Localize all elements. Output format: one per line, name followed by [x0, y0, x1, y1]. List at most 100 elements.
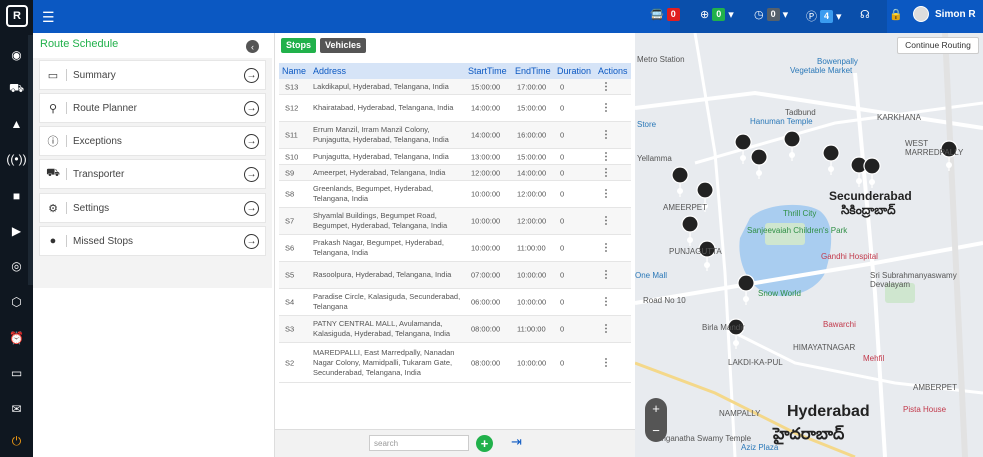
- map-canvas: [635, 33, 983, 457]
- map-view[interactable]: Continue Routing Metro Station Bowenpall…: [635, 33, 983, 457]
- power-icon[interactable]: ⏻: [0, 430, 33, 452]
- hamburger-icon[interactable]: ☰: [42, 9, 55, 26]
- table-row[interactable]: S13 Lakdikapul, Hyderabad, Telangana, Ind…: [279, 79, 631, 95]
- support-icon[interactable]: ☊: [860, 8, 870, 21]
- column-header[interactable]: Duration: [557, 66, 591, 76]
- table-row[interactable]: S12 Khairatabad, Hyderabad, Telangana, In…: [279, 95, 631, 122]
- user-menu[interactable]: Simon R: [913, 6, 976, 22]
- target-icon[interactable]: ◎: [0, 255, 33, 277]
- separator: [66, 69, 67, 81]
- menu-item-exceptions[interactable]: ⓘ Exceptions →: [39, 126, 266, 156]
- end-time: 10:00:00: [517, 270, 547, 280]
- arrow-right-icon[interactable]: →: [244, 134, 259, 149]
- row-actions-icon[interactable]: ⋮: [601, 297, 611, 308]
- vehicles-icon[interactable]: ⛟: [0, 78, 33, 100]
- row-actions-icon[interactable]: ⋮: [601, 324, 611, 335]
- column-header[interactable]: EndTime: [515, 66, 551, 76]
- map-label: One Mall: [635, 271, 668, 280]
- lock-icon[interactable]: 🔒: [889, 8, 903, 21]
- menu-item-label: Route Planner: [73, 102, 137, 114]
- row-actions-icon[interactable]: ⋮: [601, 81, 611, 92]
- table-row[interactable]: S9 Ameerpet, Hyderabad, Telangana, India 1…: [279, 165, 631, 181]
- zoom-in-button[interactable]: +: [645, 398, 667, 420]
- settings-icon[interactable]: ⬡: [0, 291, 33, 313]
- video-icon[interactable]: ■: [0, 185, 33, 207]
- table-row[interactable]: S4 Paradise Circle, Kalasiguda, Secundera…: [279, 289, 631, 316]
- column-header[interactable]: Name: [282, 66, 306, 76]
- map-label: Snow World: [758, 289, 801, 298]
- stop-address: Shyamlal Buildings, Begumpet Road, Begum…: [313, 211, 448, 230]
- table-row[interactable]: S3 PATNY CENTRAL MALL, Avulamanda, Kalasi…: [279, 316, 631, 343]
- end-time: 15:00:00: [517, 152, 547, 161]
- arrow-right-icon[interactable]: →: [244, 167, 259, 182]
- column-header: Actions: [598, 66, 628, 76]
- row-actions-icon[interactable]: ⋮: [601, 216, 611, 227]
- menu-item-summary[interactable]: ▭ Summary →: [39, 60, 266, 90]
- row-actions-icon[interactable]: ⋮: [601, 167, 611, 178]
- continue-routing-button[interactable]: Continue Routing: [897, 37, 979, 54]
- zoom-out-button[interactable]: −: [645, 420, 667, 442]
- panel-title: Route Schedule: [40, 38, 119, 50]
- alerts-indicator[interactable]: 🚍 0: [650, 8, 680, 21]
- collapse-panel-icon[interactable]: ‹: [246, 40, 259, 53]
- arrow-right-icon[interactable]: →: [244, 234, 259, 249]
- arrow-right-icon[interactable]: →: [244, 101, 259, 116]
- row-actions-icon[interactable]: ⋮: [601, 270, 611, 281]
- stop-name: S6: [285, 243, 295, 253]
- time-indicator[interactable]: ◷ 0 ▾: [754, 8, 788, 21]
- table-row[interactable]: S6 Prakash Nagar, Begumpet, Hyderabad, Te…: [279, 235, 631, 262]
- row-actions-icon[interactable]: ⋮: [601, 130, 611, 141]
- row-actions-icon[interactable]: ⋮: [601, 103, 611, 114]
- zoom-control: + −: [645, 398, 667, 442]
- duration: 0: [560, 270, 565, 280]
- stop-address: PATNY CENTRAL MALL, Avulamanda, Kalasigu…: [313, 319, 451, 338]
- row-actions-icon[interactable]: ⋮: [601, 151, 611, 162]
- duration: 0: [560, 82, 565, 91]
- table-row[interactable]: S11 Errum Manzil, Irram Manzil Colony, Pu…: [279, 122, 631, 149]
- summary-icon: ▭: [47, 69, 59, 82]
- menu-item-route-planner[interactable]: ⚲ Route Planner →: [39, 93, 266, 123]
- menu-item-transporter[interactable]: ⛟ Transporter →: [39, 159, 266, 189]
- alarm-icon[interactable]: ⏰: [0, 327, 33, 349]
- map-label: Yellamma: [637, 154, 672, 163]
- online-indicator[interactable]: ⊕ 0 ▾: [700, 8, 734, 21]
- online-badge: 0: [712, 8, 726, 21]
- row-actions-icon[interactable]: ⋮: [601, 357, 611, 368]
- map-label: Birla Mandir: [702, 323, 745, 332]
- table-row[interactable]: S2 MAREDPALLI, East Marredpally, Nanadan …: [279, 343, 631, 383]
- map-label: సికింద్రాబాద్: [841, 203, 896, 217]
- table-row[interactable]: S8 Greenlands, Begumpet, Hyderabad, Telan…: [279, 181, 631, 208]
- chat-icon[interactable]: ▭: [0, 362, 33, 384]
- duration: 0: [560, 324, 565, 334]
- separator: [66, 135, 67, 147]
- arrow-right-icon[interactable]: →: [244, 68, 259, 83]
- table-row[interactable]: S10 Punjagutta, Hyderabad, Telangana, Ind…: [279, 149, 631, 165]
- truck-icon[interactable]: ▲: [0, 113, 33, 135]
- table-row[interactable]: S5 Rasoolpura, Hyderabad, Telangana, Indi…: [279, 262, 631, 289]
- app-logo[interactable]: R: [6, 5, 28, 27]
- add-stop-button[interactable]: +: [476, 435, 493, 452]
- tab-vehicles[interactable]: Vehicles: [320, 38, 367, 53]
- map-label: Gandhi Hospital: [821, 252, 878, 261]
- dashboard-icon[interactable]: ◉: [0, 44, 33, 66]
- tab-stops[interactable]: Stops: [281, 38, 317, 53]
- table-row[interactable]: S7 Shyamlal Buildings, Begumpet Road, Beg…: [279, 208, 631, 235]
- export-icon[interactable]: ⇥: [511, 434, 527, 452]
- alerts-badge: 0: [666, 8, 680, 21]
- broadcast-icon[interactable]: ((•)): [0, 148, 33, 170]
- stop-name: S11: [285, 130, 298, 140]
- map-label: Sanjeevaiah Children's Park: [747, 226, 848, 235]
- stop-address: Prakash Nagar, Begumpet, Hyderabad, Tela…: [313, 238, 444, 257]
- parking-indicator[interactable]: Ⓟ 4 ▾: [806, 8, 842, 24]
- search-input[interactable]: search: [369, 435, 469, 451]
- menu-item-missed-stops[interactable]: ● Missed Stops →: [39, 226, 266, 256]
- column-header[interactable]: Address: [313, 66, 346, 76]
- row-actions-icon[interactable]: ⋮: [601, 189, 611, 200]
- column-header[interactable]: StartTime: [468, 66, 507, 76]
- row-actions-icon[interactable]: ⋮: [601, 243, 611, 254]
- arrow-right-icon[interactable]: →: [244, 201, 259, 216]
- mail-icon[interactable]: ✉: [0, 398, 33, 420]
- menu-item-settings[interactable]: ⚙ Settings →: [39, 193, 266, 223]
- map-label: Vegetable Market: [790, 66, 853, 75]
- play-icon[interactable]: ▶: [0, 220, 33, 242]
